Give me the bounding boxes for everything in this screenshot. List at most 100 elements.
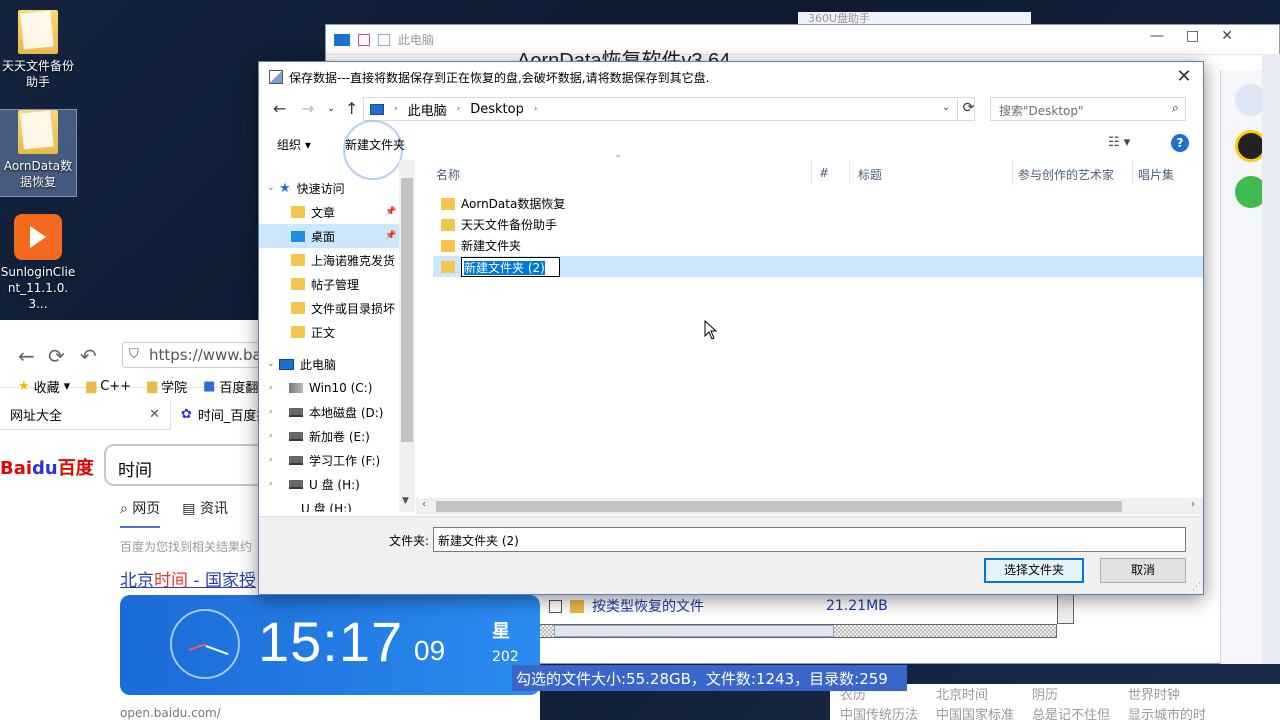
column-header: ⌃ 名称 # 标题 参与创作的艺术家 唱片集: [416, 154, 1203, 186]
chevron-right-icon[interactable]: ›: [269, 407, 289, 417]
nav-item-shanghai[interactable]: 上海诺雅克发货: [259, 248, 399, 272]
desktop-icon-sunlogin[interactable]: SunloginClient_11.1.0.3...: [0, 214, 76, 312]
chevron-down-icon[interactable]: ⌄: [267, 359, 279, 369]
help-icon[interactable]: ?: [1171, 134, 1189, 152]
close-button[interactable]: ✕: [1221, 28, 1233, 44]
column-album[interactable]: 唱片集: [1138, 166, 1174, 183]
tree-vscrollbar[interactable]: [1057, 594, 1074, 624]
cancel-button[interactable]: 取消: [1100, 558, 1186, 583]
chevron-right-icon[interactable]: ›: [269, 431, 289, 441]
folder-icon: [291, 278, 305, 290]
file-row-backup[interactable]: 天天文件备份助手: [433, 214, 1203, 235]
chevron-right-icon[interactable]: ›: [1191, 499, 1195, 510]
nav-item-articles[interactable]: 文章 📌: [259, 200, 399, 224]
calendar-link[interactable]: 世界时钟: [1128, 684, 1180, 703]
chevron-right-icon[interactable]: ›: [269, 455, 289, 465]
chevron-left-icon[interactable]: ‹: [422, 499, 426, 510]
forward-arrow-icon[interactable]: →: [301, 99, 314, 118]
horizontal-scrollbar[interactable]: ‹ ›: [416, 498, 1203, 515]
checkbox[interactable]: [549, 599, 562, 613]
folder-icon: [441, 239, 455, 252]
close-button[interactable]: ✕: [1173, 66, 1195, 88]
close-icon[interactable]: ✕: [149, 407, 160, 422]
folder-icon: [291, 206, 305, 218]
chevron-right-icon[interactable]: ›: [457, 104, 461, 114]
folder-icon: [570, 599, 584, 613]
nav-item-desktop[interactable]: 桌面 📌: [259, 224, 399, 248]
nav-item-body[interactable]: 正文: [259, 320, 399, 344]
back-arrow-icon[interactable]: ←: [273, 99, 286, 118]
tab-web[interactable]: ⌕ 网页: [120, 498, 161, 528]
scroll-thumb[interactable]: [554, 625, 834, 637]
nav-drive-d[interactable]: › 本地磁盘 (D:): [259, 400, 399, 424]
tree-hscrollbar[interactable]: [537, 624, 1057, 638]
result-title-link[interactable]: 北京时间 - 国家授: [120, 566, 256, 591]
minimize-button[interactable]: —: [1150, 28, 1164, 44]
rename-input[interactable]: 新建文件夹 (2): [461, 256, 560, 277]
organize-button[interactable]: 组织 ▾: [277, 136, 311, 153]
chevron-down-icon[interactable]: ⌄: [267, 183, 279, 193]
select-folder-button[interactable]: 选择文件夹: [984, 558, 1084, 583]
refresh-icon[interactable]: ⟳: [957, 97, 979, 121]
nav-this-pc[interactable]: ⌄ 此电脑: [259, 352, 399, 376]
calendar-link[interactable]: 北京时间: [936, 684, 988, 703]
chevron-down-icon[interactable]: ▼: [402, 496, 409, 506]
new-folder-button[interactable]: 新建文件夹: [345, 136, 405, 153]
nav-drive-f[interactable]: › 学习工作 (F:): [259, 448, 399, 472]
drive-icon: [289, 383, 303, 393]
column-artist[interactable]: 参与创作的艺术家: [1018, 166, 1114, 183]
search-input[interactable]: 搜索"Desktop" ⌕: [990, 97, 1186, 121]
column-title[interactable]: 标题: [858, 166, 882, 183]
chevron-right-icon[interactable]: ›: [394, 104, 398, 114]
calendar-desc: 中国国家标准: [936, 708, 1015, 720]
recent-dropdown-icon[interactable]: ⌄: [327, 103, 335, 114]
chevron-down-icon[interactable]: ⌄: [942, 102, 950, 113]
calendar-link[interactable]: 阴历: [1032, 684, 1058, 703]
breadcrumb-this-pc[interactable]: 此电脑: [408, 100, 447, 119]
column-name[interactable]: 名称: [436, 166, 460, 183]
chevron-right-icon[interactable]: ›: [269, 383, 289, 393]
bookmark-favorites[interactable]: ★ 收藏 ▾: [18, 377, 70, 396]
reload-icon[interactable]: ⟳: [48, 344, 65, 368]
up-arrow-icon[interactable]: ↑: [345, 99, 358, 118]
nav-drive-c[interactable]: › Win10 (C:): [259, 376, 399, 400]
pin-icon: 📌: [385, 207, 397, 217]
nav-scrollbar[interactable]: ▼: [399, 160, 415, 512]
view-options-button[interactable]: ☷ ▾: [1108, 135, 1130, 150]
file-row-aorndata[interactable]: AornData数据恢复: [433, 193, 1203, 214]
chevron-right-icon[interactable]: ›: [269, 479, 289, 489]
folder-icon: [441, 197, 455, 210]
desktop-icon-backup-helper[interactable]: 天天文件备份助手: [0, 10, 76, 90]
scroll-thumb[interactable]: [436, 501, 1122, 512]
maximize-button[interactable]: □: [1186, 28, 1199, 44]
bookmark-cpp[interactable]: ▆ C++: [86, 379, 131, 394]
desktop-icon-aorndata[interactable]: AornData数据恢复: [0, 109, 77, 197]
scrollbar[interactable]: [1262, 54, 1280, 664]
back-icon[interactable]: ←: [18, 344, 35, 368]
bookmark-college[interactable]: ▆ 学院: [147, 377, 187, 396]
breadcrumb-desktop[interactable]: Desktop: [470, 102, 524, 117]
drive-icon: [289, 455, 303, 465]
tab-url-hub[interactable]: 网址大全 ✕: [0, 400, 170, 430]
file-row-new-folder-2[interactable]: 新建文件夹 (2): [433, 256, 1203, 277]
pin-icon: 📌: [385, 231, 397, 241]
nav-quick-access[interactable]: ⌄ ★ 快速访问: [259, 176, 399, 200]
baidu-logo[interactable]: Baidu百度: [0, 454, 94, 480]
scroll-thumb[interactable]: [401, 178, 413, 442]
nav-drive-h[interactable]: › U 盘 (H:): [259, 472, 399, 496]
tree-row[interactable]: › 按类型恢复的文件 21.21MB: [537, 594, 1057, 618]
nav-drive-h-root[interactable]: U 盘 (H:): [259, 496, 399, 513]
nav-item-posts[interactable]: 帖子管理: [259, 272, 399, 296]
undo-icon[interactable]: ↶: [80, 344, 97, 368]
computer-icon: [370, 103, 384, 115]
folder-name-input[interactable]: 新建文件夹 (2): [433, 527, 1186, 552]
search-input[interactable]: 时间: [104, 444, 284, 486]
resize-grip-icon[interactable]: ⋰: [1192, 582, 1201, 592]
file-row-new-folder[interactable]: 新建文件夹: [433, 235, 1203, 256]
tab-news[interactable]: ▤ 资讯: [182, 498, 228, 528]
chevron-right-icon[interactable]: ›: [534, 104, 538, 114]
nav-item-damaged[interactable]: 文件或目录损坏: [259, 296, 399, 320]
address-bar[interactable]: › 此电脑 › Desktop ›: [363, 97, 975, 121]
column-number[interactable]: #: [819, 166, 829, 180]
nav-drive-e[interactable]: › 新加卷 (E:): [259, 424, 399, 448]
